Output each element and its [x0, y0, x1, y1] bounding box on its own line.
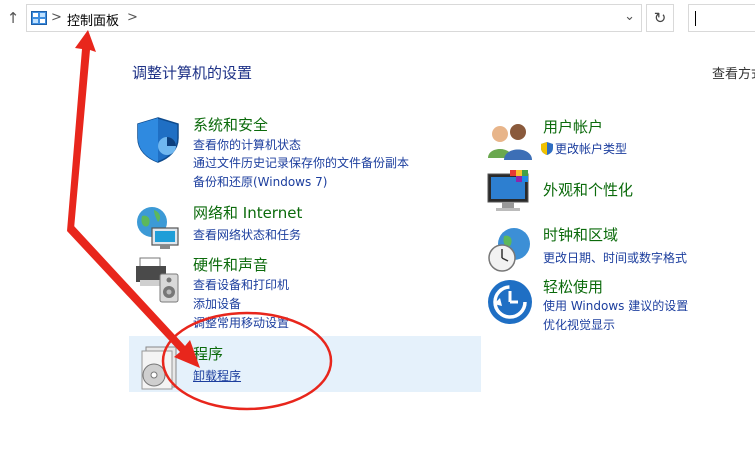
control-panel-icon	[31, 11, 47, 25]
link-uninstall-program[interactable]: 卸载程序	[193, 367, 241, 384]
search-input[interactable]	[688, 4, 755, 32]
text-caret	[695, 11, 696, 26]
uac-shield-icon	[541, 142, 553, 155]
clock-globe-icon	[488, 228, 530, 272]
breadcrumb-control-panel[interactable]: 控制面板	[67, 10, 119, 29]
category-title-clock-region[interactable]: 时钟和区域	[543, 224, 618, 245]
address-bar[interactable]: > 控制面板 > ⌄	[26, 4, 642, 32]
link-file-history-backup[interactable]: 通过文件历史记录保存你的文件备份副本	[193, 154, 409, 171]
page-title: 调整计算机的设置	[132, 64, 253, 82]
breadcrumb-separator[interactable]: >	[51, 10, 62, 25]
users-icon	[488, 124, 532, 160]
link-backup-restore[interactable]: 备份和还原(Windows 7)	[193, 173, 327, 190]
category-title-appearance[interactable]: 外观和个性化	[543, 179, 633, 200]
link-change-account-type[interactable]: 更改帐户类型	[541, 140, 627, 157]
programs-disc-icon	[141, 346, 177, 390]
link-optimize-visual-display[interactable]: 优化视觉显示	[543, 316, 615, 333]
link-change-account-type-label[interactable]: 更改帐户类型	[555, 142, 627, 156]
up-arrow-icon[interactable]: ↑	[4, 8, 22, 28]
network-globe-icon	[137, 207, 179, 249]
link-mobility-settings[interactable]: 调整常用移动设置	[193, 314, 289, 331]
category-title-system-security[interactable]: 系统和安全	[193, 114, 268, 135]
ease-of-access-icon	[488, 280, 532, 324]
link-view-computer-status[interactable]: 查看你的计算机状态	[193, 136, 301, 153]
link-recommended-settings[interactable]: 使用 Windows 建议的设置	[543, 297, 688, 314]
link-view-network-status[interactable]: 查看网络状态和任务	[193, 226, 301, 243]
monitor-palette-icon	[487, 170, 529, 211]
link-change-date-time[interactable]: 更改日期、时间或数字格式	[543, 249, 687, 266]
security-shield-icon	[137, 117, 179, 163]
category-title-hardware-sound[interactable]: 硬件和声音	[193, 254, 268, 275]
refresh-button[interactable]: ↻	[646, 4, 674, 32]
view-by-label[interactable]: 查看方式	[712, 63, 755, 82]
link-add-device[interactable]: 添加设备	[193, 295, 241, 312]
printer-speaker-icon	[136, 257, 179, 303]
category-title-user-accounts[interactable]: 用户帐户	[543, 116, 603, 137]
category-title-network-internet[interactable]: 网络和 Internet	[193, 202, 302, 223]
breadcrumb-separator[interactable]: >	[127, 10, 138, 25]
category-title-ease-of-access[interactable]: 轻松使用	[543, 276, 603, 297]
category-title-programs[interactable]: 程序	[193, 343, 223, 364]
annotation-arrow-up	[67, 30, 96, 231]
address-dropdown-icon[interactable]: ⌄	[624, 9, 635, 24]
link-view-devices-printers[interactable]: 查看设备和打印机	[193, 276, 289, 293]
